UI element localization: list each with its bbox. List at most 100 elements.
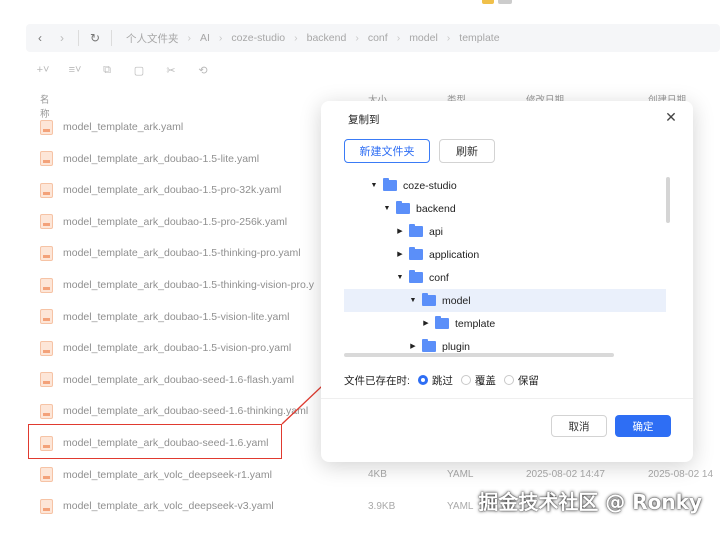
confirm-button[interactable]: 确定 (615, 415, 671, 437)
breadcrumb-separator: › (355, 32, 359, 44)
tree-node-api[interactable]: ▶ api (344, 220, 666, 243)
column-name[interactable]: 名称 ↑ (40, 92, 50, 120)
tree-node-label: model (442, 294, 471, 307)
tree-node-conf[interactable]: ▼ conf (344, 266, 666, 289)
yaml-file-icon (40, 467, 53, 483)
folder-icon (396, 201, 410, 214)
app-logo-icon (482, 0, 494, 4)
refresh-icon[interactable]: ↻ (85, 28, 105, 48)
tree-node-template[interactable]: ▶ template (344, 312, 666, 335)
radio-label[interactable]: 保留 (518, 373, 539, 388)
conflict-options: 文件已存在时: 跳过 覆盖 保留 (344, 373, 539, 387)
file-type: YAML (447, 500, 474, 512)
breadcrumb-separator: › (446, 32, 451, 44)
caret-down-icon[interactable]: ▼ (383, 205, 391, 213)
tree-horizontal-scrollbar[interactable] (344, 353, 614, 357)
breadcrumb-item[interactable]: backend (307, 32, 347, 44)
tree-node-label: coze-studio (403, 179, 457, 192)
caret-right-icon[interactable]: ▶ (396, 228, 404, 236)
tree-node-backend[interactable]: ▼ backend (344, 197, 666, 220)
yaml-file-icon (40, 340, 53, 356)
folder-icon (383, 178, 397, 191)
file-name: model_template_ark_doubao-1.5-thinking-p… (63, 247, 301, 260)
folder-icon (422, 339, 436, 352)
breadcrumb-item[interactable]: template (459, 32, 499, 44)
caret-down-icon[interactable]: ▼ (396, 274, 404, 282)
forward-icon[interactable]: › (60, 31, 64, 45)
radio-label[interactable]: 跳过 (432, 373, 453, 388)
yaml-file-icon (40, 277, 53, 293)
yaml-file-icon (40, 245, 53, 261)
dialog-title: 复制到 (348, 114, 380, 126)
sort-icon[interactable]: ≡˅ (66, 64, 84, 76)
breadcrumb-item[interactable]: 个人文件夹 (126, 31, 179, 46)
new-folder-button[interactable]: 新建文件夹 (344, 139, 430, 163)
tree-node-label: conf (429, 271, 449, 284)
tree-node-coze-studio[interactable]: ▼ coze-studio (344, 174, 666, 197)
top-indicator (498, 0, 512, 4)
cut-icon[interactable]: ✂ (162, 64, 180, 77)
tree-node-application[interactable]: ▶ application (344, 243, 666, 266)
cancel-button[interactable]: 取消 (551, 415, 607, 437)
tree-node-model[interactable]: ▼ model (344, 289, 666, 312)
tree-vertical-scrollbar[interactable] (666, 177, 670, 223)
close-icon[interactable]: ✕ (663, 109, 679, 125)
caret-right-icon[interactable]: ▶ (422, 320, 430, 328)
radio-2[interactable] (503, 375, 514, 385)
file-name: model_template_ark_doubao-seed-1.6-flash… (63, 373, 295, 386)
tree-node-plugin[interactable]: ▶ plugin (344, 335, 666, 353)
yaml-file-icon (40, 372, 53, 388)
folder-icon (435, 316, 449, 329)
tree-node-label: application (429, 248, 480, 261)
caret-right-icon[interactable]: ▶ (409, 343, 417, 351)
navigation-bar: ‹ › ↻ 个人文件夹 › AI › coze-studio › backend › conf ›… (26, 24, 720, 52)
file-type: YAML (447, 469, 474, 481)
back-icon[interactable]: ‹ (38, 31, 42, 45)
file-cdate: 2025-08-02 14 (648, 469, 714, 481)
folder-icon (409, 270, 423, 283)
caret-right-icon[interactable]: ▶ (396, 251, 404, 259)
breadcrumb-item[interactable]: conf (368, 32, 388, 44)
radio-0[interactable] (417, 375, 428, 385)
paste-icon[interactable]: ▢ (130, 64, 148, 77)
yaml-file-icon (40, 498, 53, 514)
yaml-file-icon (40, 309, 53, 325)
radio-label[interactable]: 覆盖 (475, 373, 496, 388)
nav-divider (111, 30, 112, 46)
back-forward-buttons[interactable]: ‹ › (30, 28, 72, 48)
yaml-file-icon (40, 119, 53, 135)
watermark-text: 掘金技术社区 @ Ronky (478, 490, 702, 514)
copy-icon[interactable]: ⧉ (98, 64, 116, 77)
file-size: 4KB (368, 469, 387, 481)
file-name: model_template_ark_doubao-1.5-pro-32k.ya… (63, 184, 282, 197)
folder-icon (409, 247, 423, 260)
tree-node-label: api (429, 225, 444, 238)
radio-1[interactable] (460, 375, 471, 385)
breadcrumb-separator: › (187, 32, 192, 44)
yaml-file-icon (40, 151, 53, 167)
breadcrumb-item[interactable]: model (409, 32, 438, 44)
caret-down-icon[interactable]: ▼ (409, 297, 417, 305)
file-name: model_template_ark_doubao-1.5-lite.yaml (63, 152, 260, 165)
top-strip (0, 0, 720, 12)
breadcrumb: 个人文件夹 › AI › coze-studio › backend › conf › model ›… (126, 31, 500, 46)
file-name: model_template_ark_doubao-1.5-pro-256k.y… (63, 215, 288, 228)
caret-down-icon[interactable]: ▼ (370, 182, 378, 190)
yaml-file-icon (40, 182, 53, 198)
tree-node-label: plugin (442, 340, 471, 353)
file-name: model_template_ark_volc_deepseek-r1.yaml (63, 468, 272, 481)
folder-icon (409, 224, 423, 237)
new-item-icon[interactable]: +˅ (34, 64, 52, 76)
breadcrumb-item[interactable]: coze-studio (231, 32, 285, 44)
share-icon[interactable]: ⟲ (194, 64, 212, 77)
annotation-highlight-box (28, 424, 282, 459)
refresh-button[interactable]: 刷新 (439, 139, 495, 163)
breadcrumb-item[interactable]: AI (200, 32, 210, 44)
file-name: model_template_ark_doubao-1.5-vision-pro… (63, 342, 292, 355)
folder-icon (422, 293, 436, 306)
tree-node-label: template (455, 317, 496, 330)
file-name: model_template_ark_doubao-seed-1.6-think… (63, 405, 309, 418)
file-name: model_template_ark_doubao-1.5-vision-lit… (63, 310, 290, 323)
file-toolbar: +˅ ≡˅ ⧉ ▢ ✂ ⟲ (34, 62, 212, 78)
file-date: 2025-08-02 14:47 (526, 469, 605, 481)
